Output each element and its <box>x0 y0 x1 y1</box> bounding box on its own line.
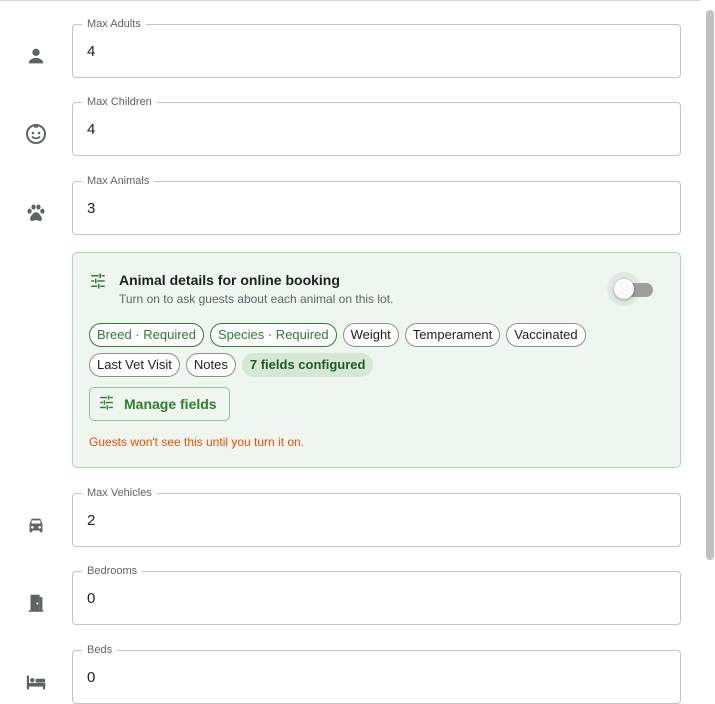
max-animals-label: Max Animals <box>82 174 155 188</box>
child-face-icon <box>23 121 49 147</box>
chip-temperament[interactable]: Temperament <box>404 323 501 347</box>
bedrooms-value[interactable]: 0 <box>87 590 95 608</box>
animal-details-description: Turn on to ask guests about each animal … <box>119 292 394 306</box>
fields-configured-count: 7 fields configured <box>241 353 374 377</box>
animal-details-warning: Guests won't see this until you turn it … <box>89 435 305 449</box>
max-adults-value[interactable]: 4 <box>87 43 95 61</box>
chip-notes[interactable]: Notes <box>185 353 236 377</box>
scrollbar-track[interactable] <box>700 0 715 683</box>
beds-label: Beds <box>82 643 118 657</box>
bed-icon <box>23 669 49 695</box>
max-adults-label: Max Adults <box>82 17 146 31</box>
top-divider <box>0 0 715 1</box>
chip-last-vet-visit[interactable]: Last Vet Visit <box>89 353 180 377</box>
max-children-field[interactable]: Max Children 4 <box>72 95 681 156</box>
bedrooms-field[interactable]: Bedrooms 0 <box>72 564 681 625</box>
bedrooms-label: Bedrooms <box>82 564 143 578</box>
door-icon <box>23 590 49 616</box>
max-children-label: Max Children <box>82 95 157 109</box>
beds-field[interactable]: Beds 0 <box>72 643 681 704</box>
max-vehicles-label: Max Vehicles <box>82 486 157 500</box>
tune-icon <box>89 272 107 295</box>
animal-details-toggle[interactable] <box>607 272 653 306</box>
max-animals-value[interactable]: 3 <box>87 200 95 218</box>
scrollbar-thumb[interactable] <box>706 10 714 560</box>
chip-species[interactable]: Species · Required <box>210 323 337 347</box>
person-icon <box>23 43 49 69</box>
tune-icon <box>98 394 115 414</box>
car-icon <box>23 512 49 538</box>
animal-field-chips: Breed · Required Species · Required Weig… <box>89 323 649 377</box>
manage-fields-label: Manage fields <box>124 396 217 412</box>
chip-weight[interactable]: Weight <box>342 323 399 347</box>
max-animals-field[interactable]: Max Animals 3 <box>72 174 681 235</box>
max-adults-field[interactable]: Max Adults 4 <box>72 17 681 78</box>
animal-details-panel: Animal details for online booking Turn o… <box>72 252 681 468</box>
max-vehicles-value[interactable]: 2 <box>87 512 95 530</box>
toggle-thumb <box>614 279 634 299</box>
paw-icon <box>23 200 49 226</box>
chip-breed[interactable]: Breed · Required <box>89 323 204 347</box>
manage-fields-button[interactable]: Manage fields <box>89 387 230 421</box>
max-children-value[interactable]: 4 <box>87 121 95 139</box>
beds-value[interactable]: 0 <box>87 669 95 687</box>
animal-details-title: Animal details for online booking <box>119 272 340 288</box>
max-vehicles-field[interactable]: Max Vehicles 2 <box>72 486 681 547</box>
chip-vaccinated[interactable]: Vaccinated <box>506 323 586 347</box>
